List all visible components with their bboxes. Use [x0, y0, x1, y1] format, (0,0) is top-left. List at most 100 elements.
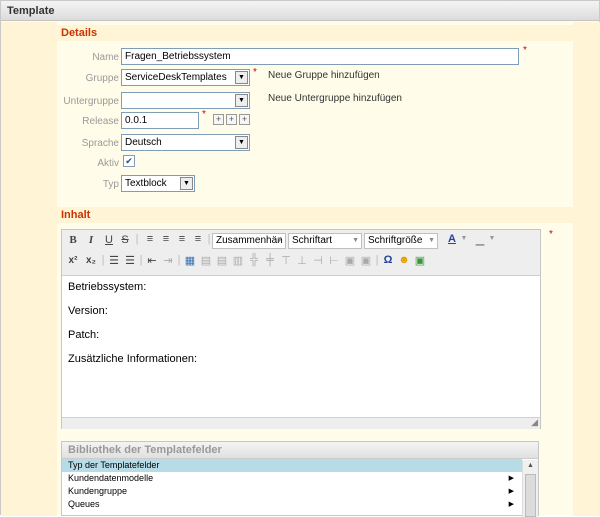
- editor-toolbar: B I U S | ≡ ≡ ≡ ≡ | Zusammenhän ▼ Schrift…: [62, 230, 540, 276]
- column-icon[interactable]: ▥: [232, 254, 244, 267]
- chevron-right-icon: ▶: [508, 501, 514, 508]
- row-icon[interactable]: ▤: [216, 254, 228, 267]
- template-panel: Template Details Name Fragen_Betriebssys…: [0, 0, 600, 517]
- split-cell-icon[interactable]: ╬: [248, 254, 260, 266]
- format-combo-value: Zusammenhän: [216, 235, 283, 246]
- delete-row-icon[interactable]: ⊣: [312, 254, 324, 267]
- italic-button[interactable]: I: [86, 234, 96, 246]
- toolbar-divider: |: [135, 233, 139, 245]
- sprache-select[interactable]: Deutsch ▼: [121, 134, 250, 151]
- gruppe-select-value: ServiceDeskTemplates: [125, 72, 227, 83]
- bold-button[interactable]: B: [68, 234, 78, 246]
- numbered-list-icon[interactable]: ☰: [124, 254, 136, 267]
- list-item-label: Kundendatenmodelle: [68, 473, 154, 483]
- insert-image-icon[interactable]: ▣: [414, 254, 426, 267]
- chevron-down-icon[interactable]: ▼: [488, 235, 496, 242]
- insert-row-after-icon[interactable]: ⊥: [296, 254, 308, 267]
- typ-select-value: Textblock: [125, 178, 167, 189]
- left-margin-strip: [1, 22, 57, 516]
- gruppe-select[interactable]: ServiceDeskTemplates ▼: [121, 69, 250, 86]
- content-line: Patch:: [68, 329, 100, 341]
- untergruppe-select[interactable]: ▼: [121, 92, 250, 109]
- scrollbar-thumb[interactable]: [525, 474, 536, 517]
- insert-row-before-icon[interactable]: ⊤: [280, 254, 292, 267]
- typ-label: Typ: [102, 179, 119, 190]
- library-scrollbar[interactable]: ▲: [522, 460, 538, 517]
- chevron-down-icon: ▼: [428, 237, 435, 244]
- editor-statusbar: ◢: [62, 417, 540, 429]
- release-required-marker: *: [202, 109, 206, 120]
- chevron-down-icon[interactable]: ▼: [460, 235, 468, 242]
- chevron-down-icon: ▼: [276, 237, 283, 244]
- chevron-down-icon: ▼: [235, 94, 248, 107]
- highlight-color-icon[interactable]: ▁: [474, 233, 486, 246]
- content-line: Betriebssystem:: [68, 281, 147, 293]
- inhalt-section-title: Inhalt: [57, 207, 573, 223]
- outdent-icon[interactable]: ⇤: [146, 254, 158, 267]
- chevron-down-icon: ▼: [352, 237, 359, 244]
- font-combo[interactable]: Schriftart ▼: [288, 233, 362, 249]
- indent-icon[interactable]: ⇥: [162, 254, 174, 267]
- release-major-plus-button[interactable]: +: [213, 114, 224, 125]
- chevron-down-icon: ▼: [235, 136, 248, 149]
- strikethrough-button[interactable]: S: [120, 234, 130, 246]
- scroll-up-icon[interactable]: ▲: [527, 462, 534, 469]
- sprache-select-value: Deutsch: [125, 137, 162, 148]
- typ-select[interactable]: Textblock ▼: [121, 175, 195, 192]
- font-combo-value: Schriftart: [292, 235, 333, 246]
- underline-button[interactable]: U: [104, 234, 114, 246]
- details-section-title: Details: [57, 25, 573, 41]
- toolbar-divider: |: [139, 254, 143, 266]
- list-item[interactable]: Kundendatenmodelle ▶: [62, 472, 522, 485]
- font-color-icon[interactable]: A: [446, 233, 458, 245]
- bullet-list-icon[interactable]: ☰: [108, 254, 120, 267]
- format-combo[interactable]: Zusammenhän ▼: [212, 233, 286, 249]
- merge-cell-icon[interactable]: ╪: [264, 254, 276, 266]
- insert-table-icon[interactable]: ▦: [184, 254, 196, 267]
- align-justify-icon[interactable]: ≡: [192, 233, 204, 245]
- list-item[interactable]: Kundengruppe ▶: [62, 485, 522, 498]
- add-untergruppe-link[interactable]: Neue Untergruppe hinzufügen: [268, 93, 402, 104]
- list-item[interactable]: Typ der Templatefelder: [62, 459, 522, 472]
- editor-content[interactable]: Betriebssystem: Version: Patch: Zusätzli…: [62, 277, 540, 417]
- delete-column-icon[interactable]: ▣: [344, 254, 356, 267]
- aktiv-checkbox[interactable]: ✔: [123, 155, 135, 167]
- chevron-right-icon: ▶: [508, 488, 514, 495]
- list-item-label: Queues: [68, 499, 100, 509]
- release-minor-plus-button[interactable]: +: [226, 114, 237, 125]
- gruppe-required-marker: *: [253, 67, 257, 78]
- table-properties-icon[interactable]: ▤: [200, 254, 212, 267]
- name-input[interactable]: Fragen_Betriebssystem: [121, 48, 519, 65]
- release-input[interactable]: 0.0.1: [121, 112, 199, 129]
- resize-handle-icon[interactable]: ◢: [531, 417, 538, 428]
- emoticon-icon[interactable]: ☻: [398, 254, 410, 266]
- align-left-icon[interactable]: ≡: [144, 233, 156, 245]
- insert-column-icon[interactable]: ⊢: [328, 254, 340, 267]
- right-margin-strip: [573, 22, 600, 516]
- align-center-icon[interactable]: ≡: [160, 233, 172, 245]
- align-right-icon[interactable]: ≡: [176, 233, 188, 245]
- subscript-button[interactable]: x₂: [84, 255, 98, 266]
- special-char-button[interactable]: Ω: [382, 254, 394, 266]
- gruppe-label: Gruppe: [85, 73, 119, 84]
- library-title: Bibliothek der Templatefelder: [62, 442, 538, 459]
- release-patch-plus-button[interactable]: +: [239, 114, 250, 125]
- untergruppe-label: Untergruppe: [63, 96, 119, 107]
- aktiv-label: Aktiv: [97, 158, 119, 169]
- chevron-down-icon: ▼: [180, 177, 193, 190]
- size-combo[interactable]: Schriftgröße ▼: [364, 233, 438, 249]
- panel-title: Template: [1, 1, 599, 21]
- name-required-marker: *: [523, 45, 527, 56]
- cell-properties-icon[interactable]: ▣: [360, 254, 372, 267]
- add-gruppe-link[interactable]: Neue Gruppe hinzufügen: [268, 70, 380, 81]
- list-item[interactable]: Queues ▶: [62, 498, 522, 511]
- template-field-library: Bibliothek der Templatefelder Typ der Te…: [61, 441, 539, 517]
- chevron-down-icon: ▼: [235, 71, 248, 84]
- inhalt-required-marker: *: [549, 229, 553, 240]
- rich-text-editor: B I U S | ≡ ≡ ≡ ≡ | Zusammenhän ▼ Schrift…: [61, 229, 541, 429]
- sprache-label: Sprache: [81, 138, 119, 149]
- superscript-button[interactable]: x²: [66, 255, 80, 266]
- toolbar-divider: |: [101, 254, 105, 266]
- list-item-label: Typ der Templatefelder: [68, 460, 160, 470]
- toolbar-divider: |: [177, 254, 181, 266]
